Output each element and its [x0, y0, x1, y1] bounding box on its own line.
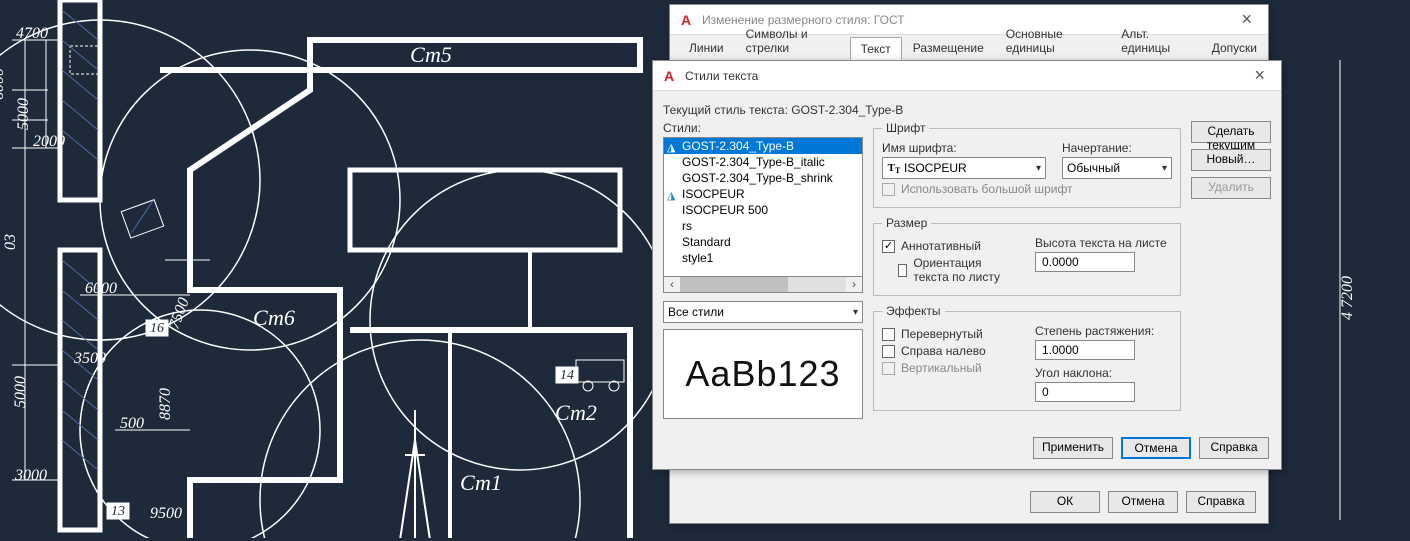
close-icon[interactable]: × — [1246, 65, 1273, 86]
paper-height-input[interactable] — [1035, 252, 1135, 272]
svg-text:5000: 5000 — [12, 376, 29, 408]
svg-text:5000: 5000 — [15, 98, 32, 130]
tab-primary-units[interactable]: Основные единицы — [995, 22, 1110, 59]
styles-label: Стили: — [663, 121, 863, 135]
style-listbox[interactable]: ◮GOST-2.304_Type-B GOST-2.304_Type-B_ita… — [663, 137, 863, 277]
style-filter-combo[interactable]: Все стили ▾ — [663, 301, 863, 323]
list-item: ◮ISOCPEUR — [664, 186, 862, 202]
list-item[interactable]: style1 — [664, 250, 862, 266]
textstyle-title: Стили текста — [685, 69, 1246, 83]
cancel-button[interactable]: Отмена — [1108, 491, 1178, 513]
svg-text:4700: 4700 — [16, 25, 48, 42]
paper-height-label: Высота текста на листе — [1035, 236, 1172, 250]
oblique-angle-label: Угол наклона: — [1035, 366, 1172, 380]
effects-group: Эффекты Перевернутый Справа налево — [873, 304, 1181, 411]
svg-text:13: 13 — [111, 504, 125, 519]
textstyle-titlebar[interactable]: A Стили текста × — [653, 61, 1281, 91]
cancel-button[interactable]: Отмена — [1121, 437, 1191, 459]
svg-text:Ст6: Ст6 — [253, 305, 295, 330]
svg-text:16: 16 — [150, 321, 164, 336]
apply-button[interactable]: Применить — [1033, 437, 1113, 459]
dimstyle-tabs: Линии Символы и стрелки Текст Размещение… — [670, 35, 1268, 59]
svg-text:03: 03 — [2, 234, 19, 250]
textstyle-buttons: Применить Отмена Справка — [1033, 437, 1269, 459]
svg-text:9500: 9500 — [150, 505, 182, 522]
list-item[interactable]: Standard — [664, 234, 862, 250]
close-icon[interactable]: × — [1233, 9, 1260, 30]
tab-alt-units[interactable]: Альт. единицы — [1110, 22, 1201, 59]
font-style-label: Начертание: — [1062, 141, 1172, 155]
set-current-button[interactable]: Сделать текущим — [1191, 121, 1271, 143]
match-orientation-checkbox[interactable]: Ориентация текста по листу — [898, 256, 1019, 284]
svg-text:4 7200: 4 7200 — [1339, 276, 1356, 320]
svg-text:6000: 6000 — [85, 280, 117, 297]
new-style-button[interactable]: Новый… — [1191, 149, 1271, 171]
tab-lines[interactable]: Линии — [678, 36, 735, 59]
width-factor-input[interactable] — [1035, 340, 1135, 360]
tab-fit[interactable]: Размещение — [902, 36, 995, 59]
oblique-angle-input[interactable] — [1035, 382, 1135, 402]
font-style-combo[interactable]: Обычный ▾ — [1062, 157, 1172, 179]
style-preview: AaBb123 — [663, 329, 863, 419]
chevron-down-icon: ▾ — [1162, 163, 1167, 174]
size-group: Размер Аннотативный Ориентация текста по… — [873, 216, 1181, 296]
vertical-checkbox: Вертикальный — [882, 361, 1019, 375]
scroll-right-icon[interactable]: › — [846, 277, 862, 292]
help-button[interactable]: Справка — [1186, 491, 1256, 513]
current-style-label: Текущий стиль текста: GOST-2.304_Type-B — [663, 99, 1271, 121]
backwards-checkbox[interactable]: Справа налево — [882, 344, 1019, 358]
delete-style-button[interactable]: Удалить — [1191, 177, 1271, 199]
list-item[interactable]: ISOCPEUR 500 — [664, 202, 862, 218]
scroll-left-icon[interactable]: ‹ — [664, 277, 680, 292]
big-font-checkbox: Использовать большой шрифт — [882, 182, 1172, 196]
chevron-down-icon: ▾ — [1036, 163, 1041, 174]
tab-tolerances[interactable]: Допуски — [1201, 36, 1268, 59]
ok-button[interactable]: ОК — [1030, 491, 1100, 513]
annotative-icon: ◮ — [667, 189, 675, 202]
width-factor-label: Степень растяжения: — [1035, 324, 1172, 338]
svg-text:2000: 2000 — [33, 133, 65, 150]
svg-text:Ст1: Ст1 — [460, 470, 502, 495]
tab-symbols[interactable]: Символы и стрелки — [735, 22, 850, 59]
svg-text:Ст2: Ст2 — [555, 400, 597, 425]
svg-text:8870: 8870 — [157, 388, 174, 420]
textstyle-dialog: A Стили текста × Текущий стиль текста: G… — [652, 60, 1282, 470]
autocad-icon: A — [661, 68, 677, 84]
truetype-icon: TT — [887, 162, 901, 174]
font-group: Шрифт Имя шрифта: TT ISOCPEUR ▾ Начертан… — [873, 121, 1181, 208]
font-name-combo[interactable]: TT ISOCPEUR ▾ — [882, 157, 1046, 179]
tab-text[interactable]: Текст — [850, 37, 902, 60]
font-name-label: Имя шрифта: — [882, 141, 1046, 155]
upside-down-checkbox[interactable]: Перевернутый — [882, 327, 1019, 341]
annotative-icon: ◮ — [667, 141, 675, 154]
svg-text:14: 14 — [560, 368, 574, 383]
help-button[interactable]: Справка — [1199, 437, 1269, 459]
list-item[interactable]: rs — [664, 218, 862, 234]
style-list-hscrollbar[interactable]: ‹ › — [663, 277, 863, 293]
chevron-down-icon: ▾ — [853, 307, 858, 318]
svg-text:6000: 6000 — [0, 68, 7, 100]
dimstyle-buttons: ОК Отмена Справка — [1030, 491, 1256, 513]
svg-text:3500: 3500 — [73, 350, 106, 367]
svg-text:3000: 3000 — [14, 467, 47, 484]
autocad-icon: A — [678, 12, 694, 28]
list-item[interactable]: GOST-2.304_Type-B_italic — [664, 154, 862, 170]
svg-text:Ст5: Ст5 — [410, 42, 452, 67]
list-item: ◮GOST-2.304_Type-B — [664, 138, 862, 154]
annotative-checkbox[interactable]: Аннотативный — [882, 239, 1019, 253]
svg-text:500: 500 — [120, 415, 144, 432]
list-item[interactable]: GOST-2.304_Type-B_shrink — [664, 170, 862, 186]
